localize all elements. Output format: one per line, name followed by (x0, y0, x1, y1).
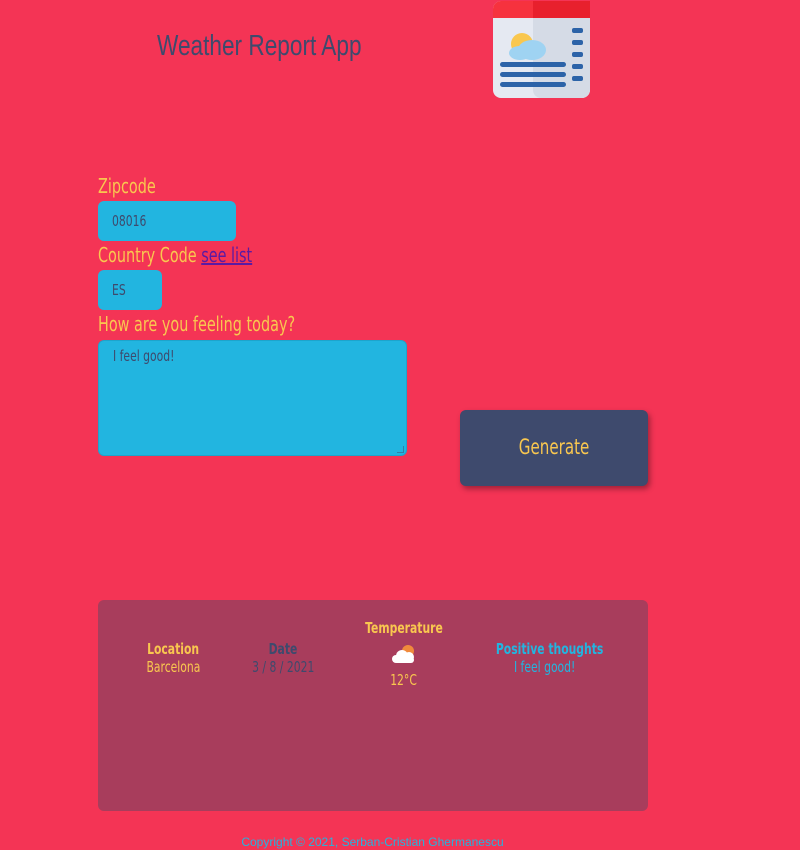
resize-handle-icon[interactable] (397, 446, 404, 453)
date-column: Date 3 / 8 / 2021 (223, 640, 343, 676)
feelings-value: I feel good! (113, 347, 175, 365)
country-code-input[interactable]: ES (98, 270, 162, 310)
location-heading: Location (147, 640, 199, 658)
temperature-value: 12°C (390, 671, 418, 689)
zipcode-input[interactable]: 08016 (98, 201, 236, 241)
temperature-heading: Temperature (365, 619, 443, 637)
zipcode-value: 08016 (112, 212, 147, 230)
partly-cloudy-icon (392, 645, 414, 663)
location-column: Location Barcelona (113, 640, 233, 676)
date-heading: Date (268, 640, 298, 658)
generate-button-label: Generate (518, 435, 590, 459)
temperature-column: Temperature 12°C (344, 619, 464, 689)
country-code-label-text: Country Code see list (98, 243, 253, 267)
feelings-label: How are you feeling today? (98, 312, 296, 336)
positive-thoughts-heading: Positive thoughts (495, 640, 604, 658)
generate-button[interactable]: Generate (460, 410, 648, 486)
results-panel: Location Barcelona Date 3 / 8 / 2021 Tem… (98, 600, 648, 811)
see-list-link[interactable]: see list (201, 243, 252, 267)
footer-copyright: Copyright © 2021, Serban-Cristian Gherma… (241, 835, 504, 849)
zipcode-label: Zipcode (98, 174, 156, 198)
app-title: Weather Report App (157, 30, 362, 62)
country-code-value: ES (112, 281, 126, 299)
positive-thoughts-column: Positive thoughts I feel good! (475, 640, 615, 676)
date-value: 3 / 8 / 2021 (251, 658, 315, 676)
location-value: Barcelona (146, 658, 200, 676)
weather-news-icon (493, 1, 590, 98)
country-code-label: Country Code see list (98, 243, 312, 267)
positive-thoughts-value: I feel good! (514, 658, 576, 676)
feelings-textarea[interactable]: I feel good! (98, 340, 407, 456)
